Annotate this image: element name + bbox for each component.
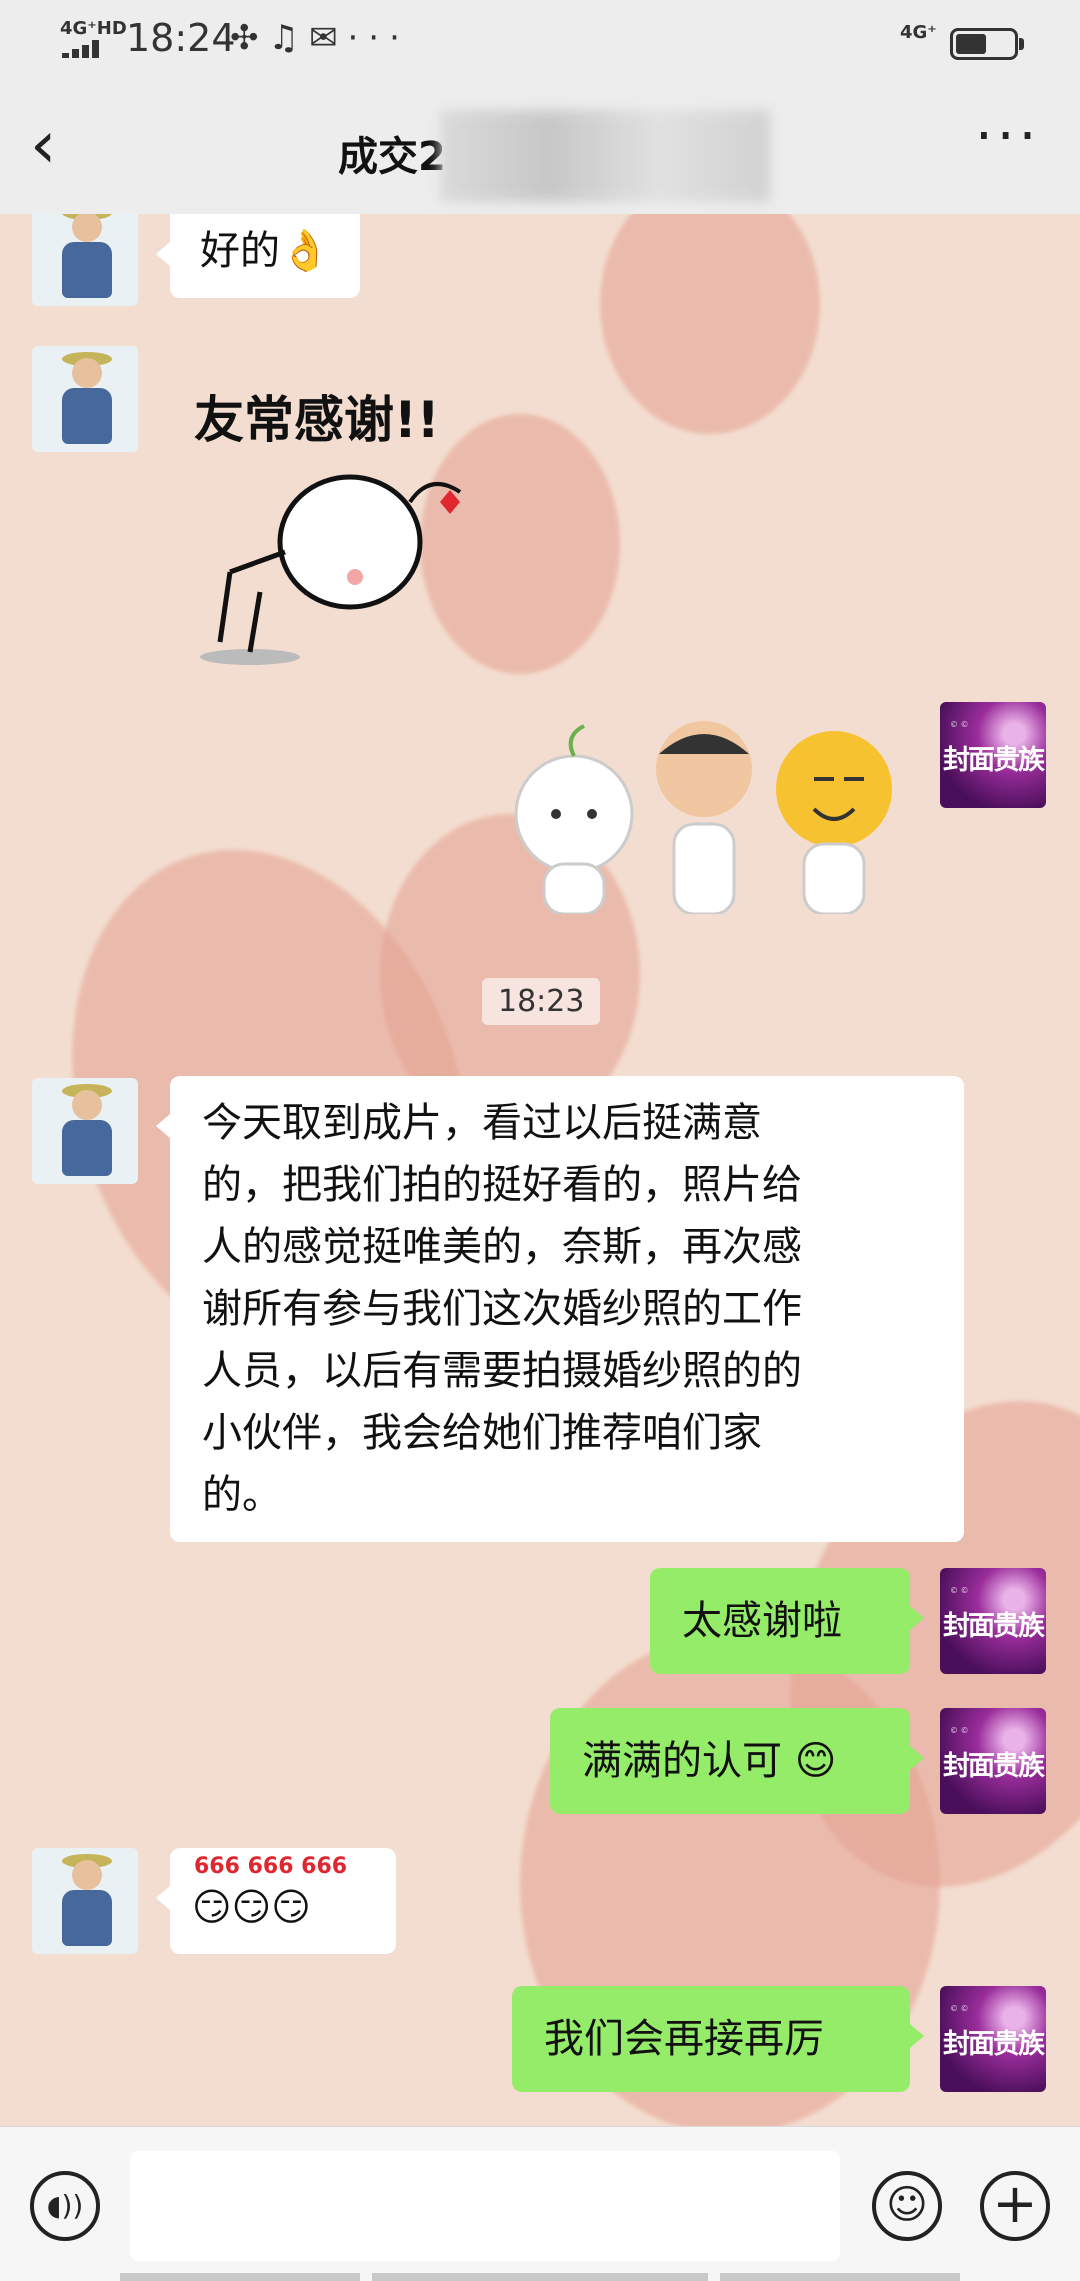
message-bubble[interactable]: 太感谢啦 [650, 1568, 924, 1674]
plus-icon[interactable]: + [980, 2171, 1050, 2241]
avatar[interactable] [32, 346, 138, 452]
message-line: 小伙伴，我会给她们推荐咱们家 [202, 1410, 762, 1456]
notification-icons: ✣♫✉··· [230, 18, 410, 58]
message-line: 的。 [202, 1472, 282, 1518]
sticker[interactable] [514, 714, 904, 914]
avatar-brand[interactable]: © © 封面贵族 [940, 702, 1046, 808]
mail-icon: ✉ [308, 18, 348, 58]
baby-face-figure [656, 721, 752, 914]
timestamp: 18:23 [482, 978, 601, 1025]
sticker[interactable]: 友常感谢!! [180, 362, 500, 672]
smirk-emoji-icon: 😏😏😏 [192, 1885, 311, 1929]
more-dots-icon: ··· [347, 18, 410, 58]
avatar[interactable] [32, 1078, 138, 1184]
message-bubble[interactable]: 我们会再接再厉 [512, 1986, 924, 2092]
music-note-icon: ♫ [268, 18, 309, 58]
emoji-icon[interactable]: ☺ [872, 2171, 942, 2241]
message-line: 谢所有参与我们这次婚纱照的工作 [202, 1286, 802, 1332]
message-list[interactable]: 好的👌 友常感谢!! © © 封面贵族 18:23 今天取到成片，看过以后挺满意… [0, 214, 1080, 2126]
message-line: 人员，以后有需要拍摄婚纱照的的 [202, 1348, 802, 1394]
battery-icon [950, 28, 1024, 60]
chevron-left-icon[interactable]: ‹ [30, 112, 56, 178]
network-indicator: 4G⁺HD [60, 18, 127, 39]
status-bar: 4G⁺HD 18:24 ✣♫✉··· 4G⁺ [0, 0, 1080, 84]
message-bubble[interactable]: 满满的认可 😊 [550, 1708, 924, 1814]
sprout-left-figure [514, 724, 634, 914]
more-horizontal-icon[interactable]: ··· [975, 104, 1040, 169]
signal-icon [62, 40, 106, 58]
input-toolbar: ◖)) ☺ + [0, 2126, 1080, 2281]
chat-header: ‹ 成交2 ··· [0, 84, 1080, 214]
sticker-cartoon [200, 474, 462, 665]
emoji-bubble[interactable]: 666 666 666 😏😏😏 [156, 1848, 396, 1954]
orange-face-figure [776, 731, 892, 914]
avatar[interactable] [32, 1848, 138, 1954]
message-line: 的，把我们拍的挺好看的，照片给 [202, 1162, 802, 1208]
blurred-name [440, 110, 770, 202]
message-line: 今天取到成片，看过以后挺满意 [202, 1100, 762, 1146]
avatar-brand[interactable]: © © 封面贵族 [940, 1986, 1046, 2092]
message-bubble-long[interactable]: 今天取到成片，看过以后挺满意 的，把我们拍的挺好看的，照片给 人的感觉挺唯美的，… [156, 1076, 964, 1542]
clock: 18:24 [126, 16, 236, 60]
avatar[interactable] [32, 214, 138, 306]
message-line: 人的感觉挺唯美的，奈斯，再次感 [202, 1224, 802, 1270]
message-input[interactable] [130, 2151, 840, 2261]
network-indicator-right: 4G⁺ [900, 22, 937, 43]
chat-title: 成交2 [338, 134, 446, 180]
message-bubble[interactable]: 好的👌 [156, 214, 360, 298]
avatar-brand[interactable]: © © 封面贵族 [940, 1568, 1046, 1674]
avatar-brand[interactable]: © © 封面贵族 [940, 1708, 1046, 1814]
emoji-666: 666 666 666 [194, 1854, 348, 1879]
voice-icon[interactable]: ◖)) [30, 2171, 100, 2241]
pinwheel-icon: ✣ [230, 18, 269, 58]
